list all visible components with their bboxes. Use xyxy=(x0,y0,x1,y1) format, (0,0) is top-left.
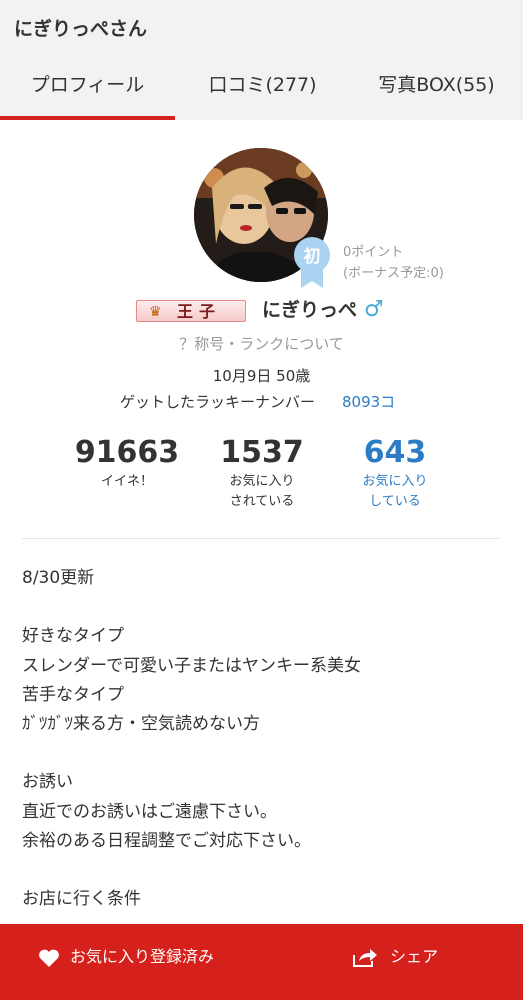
points-value: 0ポイント xyxy=(343,245,404,260)
rank-title: 王子 xyxy=(177,302,222,321)
male-icon: ♂ xyxy=(364,297,384,322)
intro-line xyxy=(22,856,502,885)
rank-row: ♛ 王子 にぎりっぺ ♂ xyxy=(0,296,523,326)
nickname: にぎりっぺ xyxy=(262,299,358,321)
page-title: にぎりっぺさん xyxy=(14,18,148,40)
intro-line: 余裕のある日程調整でご対応下さい。 xyxy=(22,830,311,851)
first-timer-badge: 初 xyxy=(294,237,330,288)
share-button-label: シェア xyxy=(390,947,439,966)
lucky-number-link[interactable]: 8093コ xyxy=(342,391,395,412)
first-badge-label: 初 xyxy=(304,246,321,267)
intro-line xyxy=(22,593,502,622)
favoriting-count: 643 xyxy=(363,435,427,470)
tab-reviews-label: 口コミ(277) xyxy=(208,74,317,96)
birthday-age: 10月9日 50歳 xyxy=(212,367,311,385)
share-icon xyxy=(353,949,377,967)
favorited-by-label-line1: お気に入り xyxy=(229,474,295,489)
heart-icon xyxy=(39,949,59,967)
share-button[interactable]: シェア xyxy=(352,942,462,972)
intro-line: 8/30更新 xyxy=(22,568,95,588)
header-bar: にぎりっぺさん プロフィール 口コミ(277) 写真BOX(55) xyxy=(0,0,523,120)
lucky-number-row: ゲットしたラッキーナンバー 8093コ xyxy=(0,391,523,413)
favorited-by-count: 1537 xyxy=(220,435,304,470)
intro-line: スレンダーで可愛い子またはヤンキー系美女 xyxy=(22,655,361,676)
intro-line: ｶﾞﾂｶﾞﾂ来る方・空気読めない方 xyxy=(22,713,260,734)
likes-count: 91663 xyxy=(74,435,180,470)
stat-favoriting[interactable]: 643 お気に入り している xyxy=(330,436,460,512)
tab-profile[interactable]: プロフィール xyxy=(0,60,175,120)
intro-line: お店に行く条件 xyxy=(22,889,141,910)
lucky-number-label: ゲットしたラッキーナンバー xyxy=(120,393,316,411)
tab-photo-box-label: 写真BOX(55) xyxy=(378,74,495,96)
stat-favorited-by: 1537 お気に入り されている xyxy=(197,436,327,512)
rank-info-link[interactable]: ？称号・ランクについて xyxy=(0,333,523,354)
footer-action-bar: お気に入り登録済み シェア xyxy=(0,924,523,1000)
intro-line: 直近でのお誘いはご遠慮下さい。 xyxy=(22,801,277,822)
tab-bar: プロフィール 口コミ(277) 写真BOX(55) xyxy=(0,60,523,120)
favoriting-label-line2: している xyxy=(369,494,421,509)
tab-photo-box[interactable]: 写真BOX(55) xyxy=(350,60,523,120)
self-introduction: 8/30更新 好きなタイプ スレンダーで可愛い子またはヤンキー系美女 苦手なタイ… xyxy=(22,564,502,914)
intro-line: お誘い xyxy=(22,772,73,793)
bonus-pending: (ボーナス予定:0) xyxy=(343,266,444,281)
active-tab-indicator xyxy=(0,116,175,120)
favorite-button-label: お気に入り登録済み xyxy=(70,947,215,966)
points-info: 0ポイント (ボーナス予定:0) xyxy=(343,242,444,284)
tab-profile-label: プロフィール xyxy=(30,74,145,96)
stat-likes: 91663 イイネ！ xyxy=(62,436,192,492)
rank-badge: ♛ 王子 xyxy=(136,300,246,322)
likes-label: イイネ！ xyxy=(100,474,153,489)
section-divider xyxy=(22,538,500,539)
intro-line: 苦手なタイプ xyxy=(22,684,124,705)
intro-line: 好きなタイプ xyxy=(22,626,124,647)
tab-reviews[interactable]: 口コミ(277) xyxy=(175,60,350,120)
intro-line xyxy=(22,739,502,768)
favorited-by-label-line2: されている xyxy=(229,494,295,509)
favoriting-label-line1: お気に入り xyxy=(362,474,428,489)
crown-icon: ♛ xyxy=(149,304,162,320)
